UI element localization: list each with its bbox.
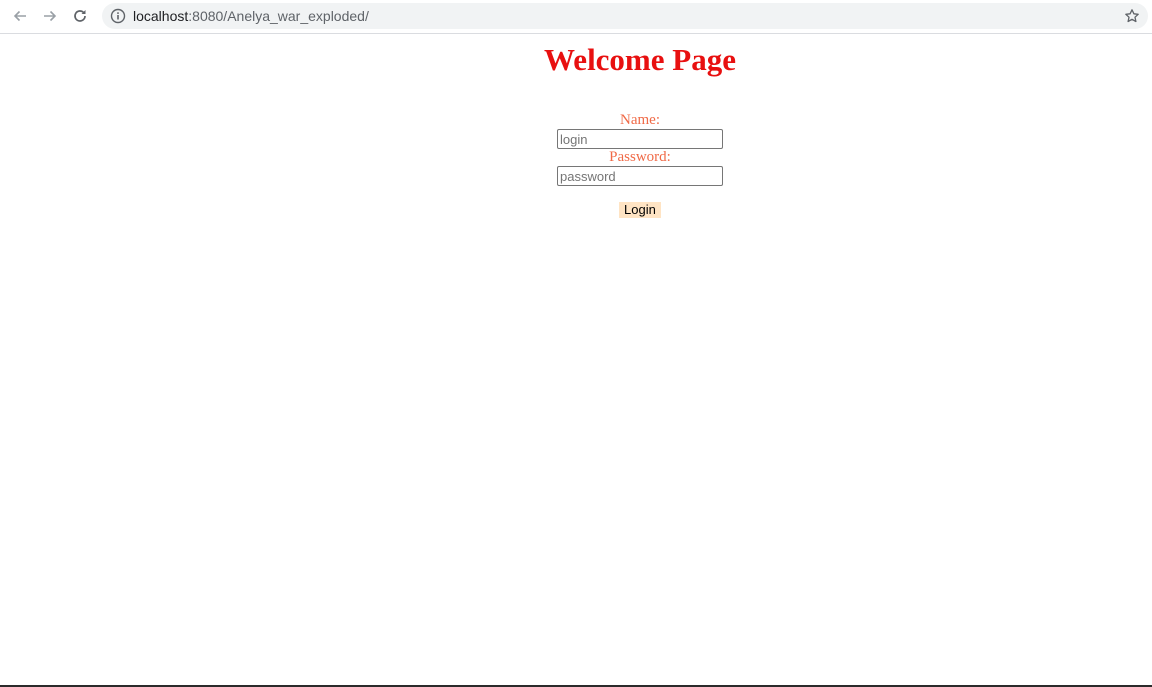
reload-button[interactable] [68, 4, 92, 28]
login-form: Name: Password: Login [557, 112, 723, 218]
back-button[interactable] [8, 4, 32, 28]
browser-toolbar: localhost:8080/Anelya_war_exploded/ [0, 0, 1152, 34]
arrow-left-icon [13, 10, 26, 22]
url-host: localhost [133, 8, 189, 24]
page-title: Welcome Page [544, 42, 736, 77]
star-icon[interactable] [1124, 8, 1140, 24]
info-icon[interactable] [110, 8, 126, 24]
password-label: Password: [609, 149, 671, 165]
url-path: :8080/Anelya_war_exploded/ [188, 8, 369, 24]
forward-button[interactable] [38, 4, 62, 28]
login-button[interactable]: Login [619, 202, 661, 218]
page-content: Welcome Page Name: Password: Login [0, 34, 1152, 684]
url-text[interactable]: localhost:8080/Anelya_war_exploded/ [133, 8, 369, 24]
password-input[interactable] [557, 166, 723, 186]
arrow-right-icon [44, 10, 57, 22]
name-label: Name: [620, 112, 660, 128]
name-input[interactable] [557, 129, 723, 149]
address-bar[interactable]: localhost:8080/Anelya_war_exploded/ [102, 3, 1148, 29]
reload-icon [74, 10, 86, 22]
